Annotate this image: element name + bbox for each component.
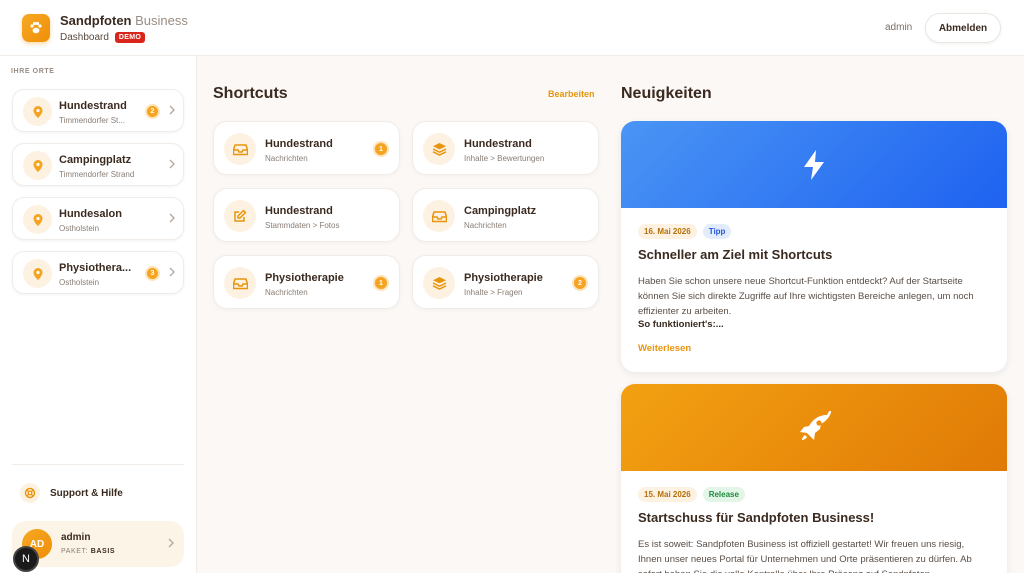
- chevron-right-icon: [169, 105, 175, 115]
- header-username: admin: [885, 22, 913, 33]
- brand-name: Sandpfoten Business: [60, 13, 188, 28]
- layers-icon: [423, 267, 455, 299]
- place-name: Hundesalon: [59, 208, 122, 220]
- user-plan: PAKET: BASIS: [61, 548, 115, 555]
- shortcut-subtitle: Inhalte > Bewertungen: [464, 154, 545, 163]
- place-name: Campingplatz: [59, 154, 132, 166]
- news-subheading: So funktioniert's:...: [638, 319, 724, 330]
- shortcut-card[interactable]: Physiotherapie Inhalte > Fragen 2: [412, 255, 599, 309]
- place-badge: 2: [145, 104, 160, 119]
- dev-tools-icon[interactable]: N: [13, 546, 39, 572]
- sidebar-item-physiotherapie[interactable]: Physiothera... Ostholstein 3: [12, 251, 184, 294]
- shortcut-card[interactable]: Hundestrand Stammdaten > Fotos: [213, 188, 400, 242]
- location-pin-icon: [23, 259, 52, 288]
- news-tag: Tipp: [702, 224, 732, 239]
- place-name: Physiothera...: [59, 262, 132, 274]
- brand-main: Sandpfoten: [60, 13, 132, 28]
- place-location: Ostholstein: [59, 278, 100, 287]
- lightning-icon: [804, 149, 824, 180]
- news-text: Haben Sie schon unsere neue Shortcut-Fun…: [638, 276, 974, 317]
- news-headline[interactable]: Startschuss für Sandpfoten Business!: [638, 510, 874, 525]
- shortcut-card[interactable]: Hundestrand Inhalte > Bewertungen: [412, 121, 599, 175]
- inbox-icon: [224, 133, 256, 165]
- user-name: admin: [61, 532, 91, 543]
- sidebar-item-hundesalon[interactable]: Hundesalon Ostholstein: [12, 197, 184, 240]
- news-title: Neuigkeiten: [621, 85, 712, 102]
- place-location: Timmendorfer Strand: [59, 170, 135, 179]
- plan-value: BASIS: [90, 548, 116, 555]
- news-banner: [621, 121, 1007, 208]
- shortcut-subtitle: Nachrichten: [265, 288, 308, 297]
- news-tag: Release: [702, 487, 745, 502]
- chevron-right-icon: [169, 159, 175, 169]
- news-date: 16. Mai 2026: [638, 224, 697, 239]
- news-card: 16. Mai 2026 Tipp Schneller am Ziel mit …: [621, 121, 1007, 372]
- shortcut-badge: 2: [572, 275, 588, 291]
- chevron-right-icon: [168, 538, 174, 548]
- location-pin-icon: [23, 97, 52, 126]
- top-header: Sandpfoten Business Dashboard DEMO admin…: [0, 0, 1024, 56]
- news-headline[interactable]: Schneller am Ziel mit Shortcuts: [638, 247, 832, 262]
- support-link[interactable]: Support & Hilfe: [20, 482, 180, 504]
- edit-icon: [224, 200, 256, 232]
- sidebar-heading: IHRE ORTE: [11, 68, 55, 75]
- place-location: Ostholstein: [59, 224, 100, 233]
- news-card: 15. Mai 2026 Release Startschuss für San…: [621, 384, 1007, 573]
- inbox-icon: [423, 200, 455, 232]
- place-name: Hundestrand: [59, 100, 127, 112]
- location-pin-icon: [23, 205, 52, 234]
- shortcut-badge: 1: [373, 141, 389, 157]
- chevron-right-icon: [169, 267, 175, 277]
- shortcuts-title: Shortcuts: [213, 85, 288, 102]
- brand-sub: Business: [135, 13, 188, 28]
- lifebuoy-icon: [20, 483, 40, 503]
- news-text: Es ist soweit: Sandpfoten Business ist o…: [638, 539, 972, 573]
- shortcut-title: Physiotherapie: [265, 272, 344, 284]
- shortcut-subtitle: Nachrichten: [464, 221, 507, 230]
- logout-button[interactable]: Abmelden: [925, 13, 1001, 43]
- section-label: Dashboard DEMO: [60, 32, 146, 43]
- place-badge: 3: [145, 266, 160, 281]
- place-location: Timmendorfer St...: [59, 116, 125, 125]
- shortcut-subtitle: Nachrichten: [265, 154, 308, 163]
- shortcut-card[interactable]: Hundestrand Nachrichten 1: [213, 121, 400, 175]
- shortcut-card[interactable]: Campingplatz Nachrichten: [412, 188, 599, 242]
- layers-icon: [423, 133, 455, 165]
- shortcut-subtitle: Inhalte > Fragen: [464, 288, 523, 297]
- shortcut-card[interactable]: Physiotherapie Nachrichten 1: [213, 255, 400, 309]
- shortcut-title: Hundestrand: [265, 138, 333, 150]
- sidebar-item-hundestrand[interactable]: Hundestrand Timmendorfer St... 2: [12, 89, 184, 132]
- plan-label: PAKET:: [61, 548, 89, 555]
- news-meta: 15. Mai 2026 Release: [638, 487, 745, 502]
- chevron-right-icon: [169, 213, 175, 223]
- support-label: Support & Hilfe: [50, 487, 123, 499]
- shortcut-title: Hundestrand: [265, 205, 333, 217]
- edit-shortcuts-button[interactable]: Bearbeiten: [548, 89, 595, 99]
- sidebar-divider: [12, 464, 184, 465]
- location-pin-icon: [23, 151, 52, 180]
- paw-logo-icon[interactable]: [22, 14, 50, 42]
- inbox-icon: [224, 267, 256, 299]
- shortcut-subtitle: Stammdaten > Fotos: [265, 221, 340, 230]
- sidebar-item-campingplatz[interactable]: Campingplatz Timmendorfer Strand: [12, 143, 184, 186]
- news-meta: 16. Mai 2026 Tipp: [638, 224, 732, 239]
- shortcut-title: Campingplatz: [464, 205, 537, 217]
- news-date: 15. Mai 2026: [638, 487, 697, 502]
- section-name: Dashboard: [60, 32, 109, 43]
- shortcut-title: Hundestrand: [464, 138, 532, 150]
- demo-badge: DEMO: [114, 32, 146, 43]
- news-banner: [621, 384, 1007, 471]
- sidebar: IHRE ORTE Hundestrand Timmendorfer St...…: [0, 56, 197, 573]
- shortcut-title: Physiotherapie: [464, 272, 543, 284]
- read-more-link[interactable]: Weiterlesen: [638, 343, 691, 354]
- rocket-icon: [800, 410, 831, 440]
- shortcut-badge: 1: [373, 275, 389, 291]
